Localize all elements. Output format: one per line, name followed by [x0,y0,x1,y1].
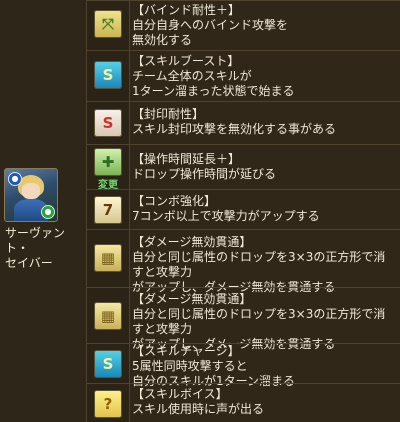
type-icon: ● [41,205,55,219]
skill-row-time-extend: ✚ 変更 【操作時間延長＋】 ドロップ操作時間が延びる [87,144,400,191]
damage-void-pierce-icon: ▦ [94,302,122,330]
skill-line: 自分と同じ属性のドロップを3×3の正方形で消すと攻撃力 [132,250,386,279]
skill-title: 【ダメージ無効貫通】 [132,235,252,249]
skill-title: 【コンボ強化】 [132,194,217,208]
character-column: ● ● サーヴァント・ セイバー [0,0,87,422]
skill-voice-icon: ? [94,390,122,418]
attribute-icon: ● [8,172,22,186]
skill-line: ドロップ操作時間が延びる [132,167,277,181]
skill-line: 7コンボ以上で攻撃力がアップする [132,209,320,223]
skill-row-skill-voice: ? 【スキルボイス】 スキル使用時に声が出る [87,383,400,422]
skill-charge-icon: S [94,350,122,378]
skill-line: スキル使用時に声が出る [132,402,265,416]
damage-void-pierce-icon: ▦ [94,244,122,272]
skill-title: 【バインド耐性＋】 [132,3,241,17]
skill-line: 自分と同じ属性のドロップを3×3の正方形で消すと攻撃力 [132,307,386,336]
skill-line: スキル封印攻撃を無効化する事がある [132,122,337,136]
skill-title: 【封印耐性】 [132,107,205,121]
skill-line: 5属性同時攻撃すると [132,359,248,373]
skill-line: 自分自身へのバインド攻撃を [132,18,289,32]
skill-text: 【操作時間延長＋】 ドロップ操作時間が延びる [132,152,396,182]
skill-text: 【スキルブースト】 チーム全体のスキルが 1ターン溜まった状態で始まる [132,54,396,99]
bind-resist-icon: ⤧ [94,10,122,38]
skill-boost-icon: S [94,61,122,89]
seal-resist-icon: S [94,109,122,137]
skill-text: 【コンボ強化】 7コンボ以上で攻撃力がアップする [132,194,396,224]
skill-text: 【ダメージ無効貫通】 自分と同じ属性のドロップを3×3の正方形で消すと攻撃力 が… [132,235,396,295]
skill-text: 【バインド耐性＋】 自分自身へのバインド攻撃を 無効化する [132,3,396,48]
character-avatar[interactable]: ● ● [4,168,58,222]
skill-row-bind-resist: ⤧ 【バインド耐性＋】 自分自身へのバインド攻撃を 無効化する [87,0,400,50]
skill-title: 【スキルボイス】 [132,387,228,401]
awakening-skill-table: ● ● サーヴァント・ セイバー ⤧ 【バインド耐性＋】 自分自身へのバインド攻… [0,0,400,422]
skill-row-damage-void-pierce-1: ▦ 【ダメージ無効貫通】 自分と同じ属性のドロップを3×3の正方形で消すと攻撃力… [87,229,400,294]
time-extend-icon: ✚ [94,148,122,176]
skill-line: 無効化する [132,33,193,47]
skill-text: 【スキルボイス】 スキル使用時に声が出る [132,387,396,417]
skill-row-skill-charge: S 【スキルチャージ】 5属性同時攻撃すると 自分のスキルが1ターン溜まる [87,343,400,388]
skill-row-combo-boost: 7 【コンボ強化】 7コンボ以上で攻撃力がアップする [87,189,400,229]
combo-boost-icon: 7 [94,196,122,224]
skill-text: 【封印耐性】 スキル封印攻撃を無効化する事がある [132,107,396,137]
skill-title: 【スキルチャージ】 [132,344,240,358]
skill-line: チーム全体のスキルが [132,69,252,83]
skill-title: 【操作時間延長＋】 [132,152,241,166]
character-face [22,183,40,199]
character-name: サーヴァント・ セイバー [5,226,83,271]
character-name-line2: セイバー [5,256,53,270]
skill-title: 【スキルブースト】 [132,54,240,68]
character-name-line1: サーヴァント・ [5,226,66,255]
skill-row-damage-void-pierce-2: ▦ 【ダメージ無効貫通】 自分と同じ属性のドロップを3×3の正方形で消すと攻撃力… [87,287,400,351]
skill-row-seal-resist: S 【封印耐性】 スキル封印攻撃を無効化する事がある [87,101,400,144]
skill-line: 1ターン溜まった状態で始まる [132,84,295,98]
skill-row-skill-boost: S 【スキルブースト】 チーム全体のスキルが 1ターン溜まった状態で始まる [87,50,400,101]
skill-title: 【ダメージ無効貫通】 [132,292,252,306]
